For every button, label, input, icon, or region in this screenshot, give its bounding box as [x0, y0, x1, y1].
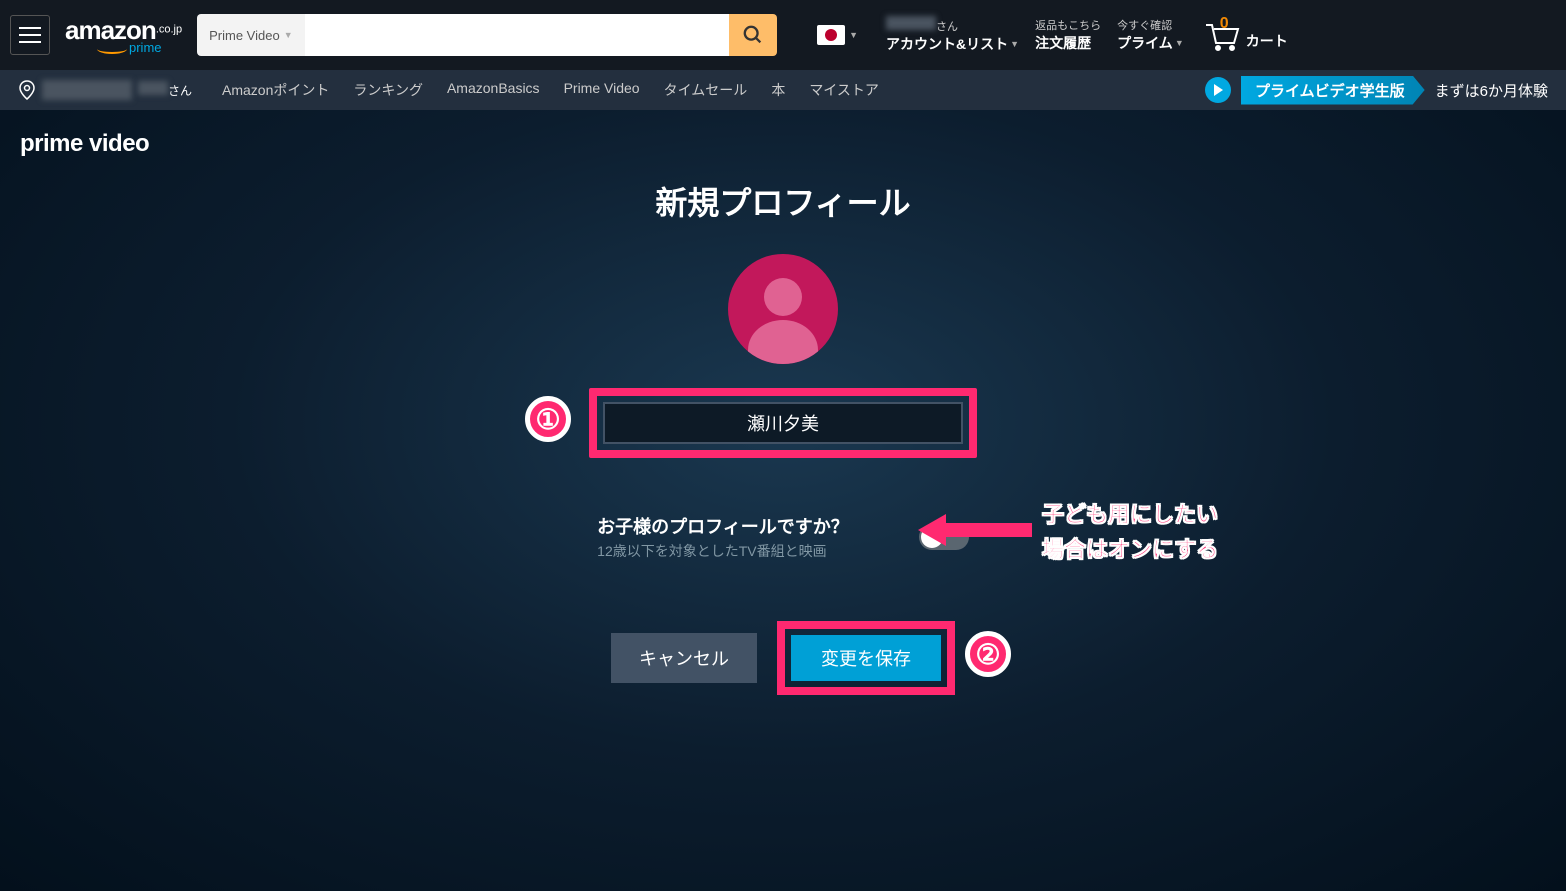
kids-profile-row: お子様のプロフィールですか？ 12歳以下を対象としたTV番組と映画 子ども用にし…	[0, 513, 1566, 561]
annotation-text: 子ども用にしたい 場合はオンにする	[1042, 497, 1218, 567]
search-bar: Prime Video ▼	[197, 14, 777, 56]
page-title: 新規プロフィール	[0, 178, 1566, 224]
logo-suffix: .co.jp	[156, 24, 182, 36]
subnav-item[interactable]: 本	[771, 80, 785, 100]
search-category-dropdown[interactable]: Prime Video ▼	[197, 14, 305, 56]
profile-name-input[interactable]	[603, 402, 963, 444]
save-button[interactable]: 変更を保存	[791, 635, 941, 681]
cancel-button[interactable]: キャンセル	[611, 633, 757, 683]
new-profile-form: 新規プロフィール ① お子様のプロフィールですか？ 12歳以下を対象としたTV番…	[0, 178, 1566, 695]
logo-prime: prime	[97, 40, 182, 55]
cart-button[interactable]: 0 カート	[1202, 19, 1288, 51]
promo-text: まずは6か月体験	[1435, 80, 1548, 101]
content-area: prime video 新規プロフィール ① お子様のプロフィールですか？ 12…	[0, 110, 1566, 891]
subnav-item[interactable]: Prime Video	[564, 80, 640, 100]
subnav-item[interactable]: ランキング	[353, 80, 423, 100]
form-buttons: キャンセル 変更を保存 ②	[0, 621, 1566, 695]
cart-count: 0	[1220, 15, 1229, 33]
prime-link[interactable]: 今すぐ確認 プライム ▼	[1117, 17, 1184, 53]
hamburger-menu-icon[interactable]	[10, 15, 50, 55]
play-icon	[1205, 77, 1231, 103]
profile-avatar-icon[interactable]	[728, 254, 838, 364]
subnav-links: Amazonポイント ランキング AmazonBasics Prime Vide…	[222, 80, 879, 100]
chevron-down-icon: ▼	[849, 30, 858, 40]
language-selector[interactable]: ▼	[817, 25, 858, 45]
account-menu[interactable]: さん アカウント&リスト ▼	[886, 16, 1019, 54]
search-icon	[742, 24, 764, 46]
japan-flag-icon	[817, 25, 845, 45]
promo-banner: プライムビデオ学生版	[1241, 76, 1425, 105]
search-button[interactable]	[729, 14, 777, 56]
amazon-logo[interactable]: amazon.co.jp prime	[65, 15, 182, 55]
redacted-address	[42, 80, 132, 100]
sub-navigation: さん Amazonポイント ランキング AmazonBasics Prime V…	[0, 70, 1566, 110]
subnav-item[interactable]: AmazonBasics	[447, 80, 540, 100]
chevron-down-icon: ▼	[284, 30, 293, 40]
annotation-badge-1: ①	[525, 396, 571, 442]
chevron-down-icon: ▼	[1010, 39, 1019, 49]
deliver-to[interactable]: さん	[18, 80, 192, 100]
location-pin-icon	[18, 80, 36, 100]
cart-label: カート	[1246, 31, 1288, 51]
chevron-down-icon: ▼	[1175, 38, 1184, 48]
orders-link[interactable]: 返品もこちら 注文履歴	[1035, 17, 1101, 53]
name-input-highlight: ①	[589, 388, 977, 458]
promo-area[interactable]: プライムビデオ学生版 まずは6か月体験	[1205, 76, 1548, 105]
search-input[interactable]	[305, 14, 730, 56]
annotation-badge-2: ②	[965, 631, 1011, 677]
prime-video-logo[interactable]: prime video	[20, 130, 1566, 158]
kids-profile-sublabel: 12歳以下を対象としたTV番組と映画	[597, 541, 849, 561]
main-header: amazon.co.jp prime Prime Video ▼ ▼ さん アカ…	[0, 0, 1566, 70]
save-button-highlight: 変更を保存 ②	[777, 621, 955, 695]
subnav-item[interactable]: Amazonポイント	[222, 80, 329, 100]
subnav-item[interactable]: タイムセール	[664, 80, 748, 100]
redacted-username	[886, 16, 936, 30]
subnav-item[interactable]: マイストア	[809, 80, 879, 100]
kids-profile-label: お子様のプロフィールですか？	[597, 513, 849, 539]
